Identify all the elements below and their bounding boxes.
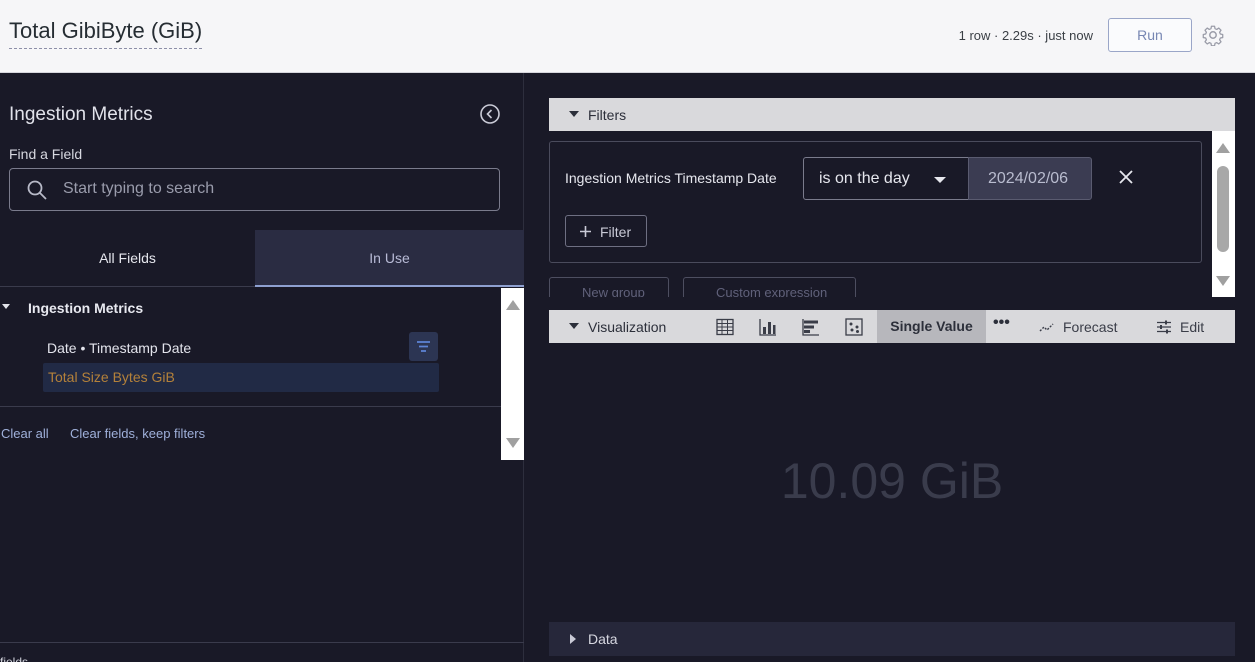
add-filter-label: Filter <box>600 224 632 240</box>
visualization-section-header: Visualization Single Value ••• Forecast … <box>549 310 1235 343</box>
filters-label: Filters <box>588 107 627 123</box>
scroll-up-icon[interactable] <box>1216 143 1230 153</box>
filter-field-name: Ingestion Metrics Timestamp Date <box>565 170 777 186</box>
page-title[interactable]: Total GibiByte (GiB) <box>9 18 203 49</box>
caret-down-icon <box>569 111 579 117</box>
table-icon[interactable] <box>716 318 734 336</box>
divider <box>0 642 524 643</box>
tab-in-use[interactable]: In Use <box>255 230 524 287</box>
run-button[interactable]: Run <box>1108 18 1192 52</box>
selected-field-label: Total Size Bytes GiB <box>48 369 175 385</box>
scrollbar[interactable] <box>1212 131 1235 297</box>
filter-operator-value: is on the day <box>819 170 910 187</box>
filters-section-header[interactable]: Filters <box>549 98 1235 131</box>
field-tabs: All Fields In Use <box>0 230 524 287</box>
single-value-display: 10.09 GiB <box>780 453 1004 509</box>
tab-all-fields[interactable]: All Fields <box>0 230 255 287</box>
bar-chart-icon[interactable] <box>802 318 820 336</box>
filter-date-input[interactable]: 2024/02/06 <box>968 157 1092 200</box>
column-chart-icon[interactable] <box>759 318 777 336</box>
chevron-down-icon <box>934 177 946 183</box>
scatter-icon[interactable] <box>845 318 863 336</box>
data-label: Data <box>588 631 618 647</box>
gear-icon[interactable] <box>1202 24 1224 46</box>
search-icon <box>27 180 47 200</box>
filter-date-value: 2024/02/06 <box>988 170 1069 187</box>
filter-operator-select[interactable]: is on the day <box>803 157 969 200</box>
find-field-label: Find a Field <box>9 146 83 162</box>
new-group-button[interactable]: New group <box>549 277 669 297</box>
field-group-name[interactable]: Ingestion Metrics <box>28 300 143 316</box>
list-item[interactable]: Total Size Bytes GiB <box>43 363 439 392</box>
filter-icon[interactable] <box>409 332 438 361</box>
divider <box>0 406 501 407</box>
search-input[interactable]: Start typing to search <box>9 168 500 211</box>
data-section-header[interactable]: Data <box>549 622 1235 656</box>
clear-all-link[interactable]: Clear all <box>1 426 49 441</box>
scroll-up-icon[interactable] <box>506 300 520 310</box>
close-icon[interactable] <box>1117 168 1135 186</box>
more-options-icon[interactable]: ••• <box>993 314 1010 332</box>
explore-name: Ingestion Metrics <box>9 104 153 125</box>
forecast-icon <box>1039 323 1054 332</box>
viz-type-single-value[interactable]: Single Value <box>877 310 986 343</box>
field-picker-panel: Ingestion Metrics Find a Field Start typ… <box>0 73 524 662</box>
caret-down-icon[interactable] <box>569 323 579 329</box>
query-meta: 1 row · 2.29s · just now <box>958 28 1093 43</box>
visualization-label[interactable]: Visualization <box>588 319 666 335</box>
scroll-down-icon[interactable] <box>506 438 520 448</box>
forecast-button[interactable]: Forecast <box>1063 319 1117 335</box>
clear-fields-keep-filters-link[interactable]: Clear fields, keep filters <box>70 426 205 441</box>
scrollbar[interactable] <box>501 288 524 460</box>
custom-expression-button[interactable]: Custom expression <box>683 277 856 297</box>
caret-down-icon[interactable] <box>2 304 10 309</box>
filter-panel: Ingestion Metrics Timestamp Date is on t… <box>549 141 1202 263</box>
edit-button[interactable]: Edit <box>1180 319 1204 335</box>
header: Total GibiByte (GiB) 1 row · 2.29s · jus… <box>0 0 1255 73</box>
scroll-thumb[interactable] <box>1217 166 1229 252</box>
add-filter-button[interactable]: Filter <box>565 215 647 247</box>
caret-right-icon <box>570 634 576 644</box>
plus-icon <box>580 226 591 237</box>
search-placeholder: Start typing to search <box>63 180 215 197</box>
fields-footer: fields <box>0 655 29 662</box>
list-item[interactable]: Date • Timestamp Date <box>47 340 191 356</box>
filter-actions-row: New group Custom expression <box>549 277 879 297</box>
collapse-panel-icon[interactable] <box>479 103 501 125</box>
scroll-down-icon[interactable] <box>1216 276 1230 286</box>
sliders-icon <box>1157 320 1171 334</box>
